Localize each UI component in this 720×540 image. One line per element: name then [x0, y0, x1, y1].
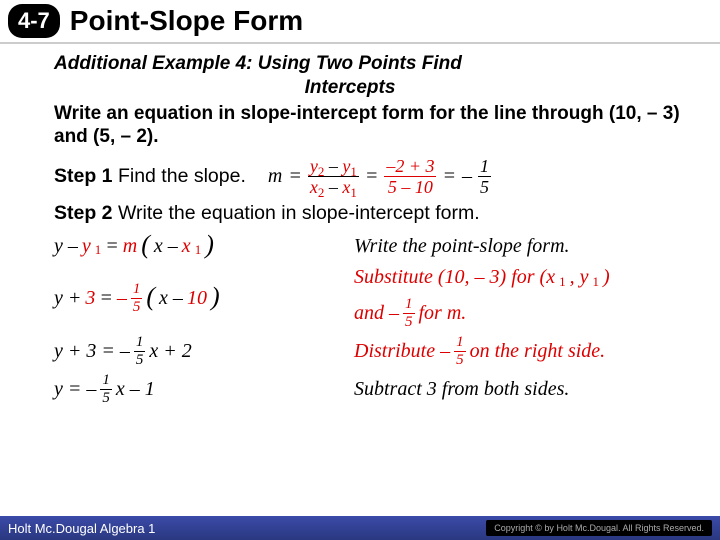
- header: 4-7 Point-Slope Form: [0, 0, 720, 44]
- r2i: 10: [187, 287, 207, 310]
- step1: Step 1 Find the slope.: [54, 165, 246, 188]
- x2: x: [310, 177, 318, 197]
- footer: Holt Mc.Dougal Algebra 1 Copyright © by …: [0, 516, 720, 540]
- slope-formula-frac: y2 – y1 x2 – x1: [308, 157, 359, 196]
- r4b: 1: [100, 373, 112, 390]
- eq1: =: [288, 165, 302, 188]
- example-title: Additional Example 4: Using Two Points F…: [54, 52, 686, 100]
- num2: –2 + 3: [384, 157, 436, 177]
- eq2: =: [365, 165, 379, 188]
- r4a: y = –: [54, 378, 96, 401]
- r1a: y –: [54, 235, 78, 258]
- row1: y – y1 = m ( x – x1 ) Write the point-sl…: [54, 231, 686, 261]
- r3c: 5: [134, 352, 146, 368]
- row3: y + 3 = – 15 x + 2 Distribute – 15 on th…: [54, 335, 686, 368]
- eq-r3: y + 3 = – 15 x + 2: [54, 335, 354, 368]
- example-title-line2: Intercepts: [14, 76, 686, 100]
- note-r4: Subtract 3 from both sides.: [354, 378, 686, 401]
- slope-values-frac: –2 + 3 5 – 10: [384, 157, 436, 196]
- note-r1: Write the point-slope form.: [354, 235, 686, 258]
- step1-text: Find the slope.: [118, 165, 246, 187]
- r2e: 1: [131, 282, 143, 299]
- eq-r2: y + 3 = – 15 ( x – 10 ): [54, 282, 354, 315]
- lesson-badge: 4-7: [8, 4, 60, 38]
- note-r3: Distribute – 15 on the right side.: [354, 335, 686, 368]
- n2c: ): [603, 266, 610, 289]
- r2frac: 15: [131, 282, 143, 315]
- den3: 5: [478, 177, 491, 196]
- r1g: x –: [154, 235, 178, 258]
- r4d: x – 1: [116, 378, 155, 401]
- r1d: =: [105, 235, 119, 258]
- n3frac: 15: [454, 335, 466, 368]
- slope-result-frac: 1 5: [478, 157, 491, 196]
- step2-text: Write the equation in slope-intercept fo…: [118, 202, 480, 224]
- r2j: ): [211, 282, 220, 312]
- r1h: x: [182, 235, 191, 258]
- neg1: –: [462, 165, 472, 188]
- r2b: 3: [85, 287, 95, 310]
- y1sub: 1: [350, 164, 357, 179]
- n3b: on the right side.: [470, 340, 606, 363]
- n2a: Substitute (10, – 3) for (x: [354, 266, 555, 289]
- r1f: (: [141, 230, 150, 260]
- step1-row: Step 1 Find the slope. m = y2 – y1 x2 – …: [54, 157, 686, 196]
- r2d: –: [117, 287, 127, 310]
- example-title-line1: Additional Example 4: Using Two Points F…: [54, 53, 462, 74]
- x2sub: 2: [318, 185, 325, 200]
- eq3: =: [442, 165, 456, 188]
- r1c: 1: [95, 242, 102, 258]
- footer-brand: Holt Mc.Dougal Algebra 1: [8, 521, 155, 536]
- step2-label: Step 2: [54, 202, 113, 224]
- r1e: m: [123, 235, 137, 258]
- page-title: Point-Slope Form: [70, 5, 303, 37]
- r2f: 5: [131, 299, 143, 315]
- row2: y + 3 = – 15 ( x – 10 ) Substitute (10, …: [54, 266, 686, 330]
- n2s2: 1: [592, 274, 599, 290]
- eq-r4: y = – 15 x – 1: [54, 373, 354, 406]
- m1: –: [324, 156, 342, 176]
- step1-label: Step 1: [54, 165, 113, 187]
- r1i: 1: [195, 242, 202, 258]
- r3d: x + 2: [149, 340, 191, 363]
- den2: 5 – 10: [386, 177, 435, 196]
- n2s1: 1: [559, 274, 566, 290]
- footer-copyright: Copyright © by Holt Mc.Dougal. All Right…: [486, 520, 712, 536]
- row4: y = – 15 x – 1 Subtract 3 from both side…: [54, 373, 686, 406]
- content: Additional Example 4: Using Two Points F…: [0, 44, 720, 406]
- eq-r1: y – y1 = m ( x – x1 ): [54, 231, 354, 261]
- n2frac: 15: [403, 297, 415, 330]
- r2a: y +: [54, 287, 81, 310]
- r4frac: 15: [100, 373, 112, 406]
- r2c: =: [99, 287, 113, 310]
- r4c: 5: [100, 390, 112, 406]
- n2fn: 1: [403, 297, 415, 314]
- n2b: , y: [570, 266, 589, 289]
- n2fd: 5: [403, 314, 415, 330]
- num3: 1: [478, 157, 491, 177]
- slope-calc: m = y2 – y1 x2 – x1 = –2 + 3 5 – 10 = – …: [268, 157, 491, 196]
- step2: Step 2 Write the equation in slope-inter…: [54, 202, 686, 225]
- note-r2: Substitute (10, – 3) for (x1 , y1 ) and …: [354, 266, 686, 330]
- work-area: y – y1 = m ( x – x1 ) Write the point-sl…: [54, 231, 686, 406]
- n2d: and –: [354, 302, 399, 325]
- r1j: ): [205, 230, 214, 260]
- y2: y: [310, 156, 318, 176]
- r2g: (: [146, 282, 155, 312]
- n3fd: 5: [454, 352, 466, 368]
- n3fn: 1: [454, 335, 466, 352]
- r1b: y: [82, 235, 91, 258]
- x1sub: 1: [350, 185, 357, 200]
- r3b: 1: [134, 335, 146, 352]
- n3a: Distribute –: [354, 340, 450, 363]
- r3a: y + 3 = –: [54, 340, 130, 363]
- y2sub: 2: [318, 164, 325, 179]
- m2: –: [324, 177, 342, 197]
- r2h: x –: [159, 287, 183, 310]
- r3frac: 15: [134, 335, 146, 368]
- m-var: m: [268, 165, 282, 188]
- n2e: for m.: [419, 302, 467, 325]
- example-prompt: Write an equation in slope-intercept for…: [54, 102, 686, 150]
